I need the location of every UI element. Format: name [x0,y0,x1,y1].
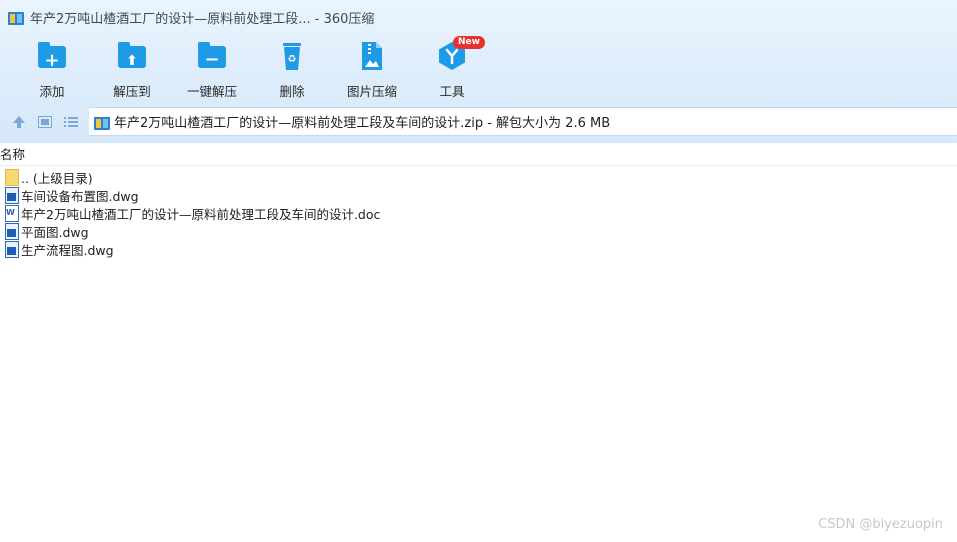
delete-button[interactable]: ♻ 删除 [252,36,332,100]
arrow-up-icon [13,116,25,128]
file-name: 平面图.dwg [21,224,89,240]
svg-text:♻: ♻ [288,54,297,65]
image-compress-button[interactable]: 图片压缩 [332,36,412,100]
parent-folder-icon [4,169,19,186]
thumbnail-view-button[interactable] [34,111,56,133]
one-click-extract-button-label: 一键解压 [186,84,237,99]
dwg-file-icon [4,187,19,204]
dwg-file-icon [4,241,19,258]
main-toolbar: + 添加 ⬆ 解压到 − 一键解压 ♻ 删除 图片压缩 New 工具 [0,36,492,100]
delete-button-label: 删除 [279,84,305,99]
file-name: 年产2万吨山楂酒工厂的设计—原料前处理工段及车间的设计.doc [21,206,381,222]
add-button[interactable]: + 添加 [12,36,92,100]
list-item[interactable]: 年产2万吨山楂酒工厂的设计—原料前处理工段及车间的设计.doc [0,204,380,222]
column-header-name[interactable]: 名称 [0,146,25,164]
add-folder-icon: + [36,40,68,72]
go-up-button[interactable] [8,111,30,133]
extract-to-button[interactable]: ⬆ 解压到 [92,36,172,100]
file-rows: .. (上级目录) 车间设备布置图.dwg 年产2万吨山楂酒工厂的设计—原料前处… [0,168,380,258]
list-item[interactable]: 平面图.dwg [0,222,380,240]
path-field[interactable]: 年产2万吨山楂酒工厂的设计—原料前处理工段及车间的设计.zip - 解包大小为 … [89,107,957,136]
extract-to-folder-icon: ⬆ [116,40,148,72]
new-badge: New [453,36,485,49]
file-name: .. (上级目录) [21,170,93,186]
address-bar: 年产2万吨山楂酒工厂的设计—原料前处理工段及车间的设计.zip - 解包大小为 … [0,106,957,138]
image-compress-button-label: 图片压缩 [346,84,397,99]
header-divider [0,165,957,166]
tools-icon: New [436,36,485,72]
thumbnail-view-icon [38,116,52,128]
window-title: 年产2万吨山楂酒工厂的设计—原料前处理工段... - 360压缩 [30,11,375,27]
add-button-label: 添加 [39,84,65,99]
tools-button-label: 工具 [439,84,465,99]
file-name: 生产流程图.dwg [21,242,114,258]
app-window: 年产2万吨山楂酒工厂的设计—原料前处理工段... - 360压缩 + 添加 ⬆ … [0,0,957,542]
dwg-file-icon [4,223,19,240]
list-view-button[interactable] [60,111,82,133]
watermark-text: CSDN @biyezuopin [818,517,943,532]
list-item[interactable]: 生产流程图.dwg [0,240,380,258]
one-click-extract-button[interactable]: − 一键解压 [172,36,252,100]
list-item-parent-directory[interactable]: .. (上级目录) [0,168,380,186]
archive-path-text: 年产2万吨山楂酒工厂的设计—原料前处理工段及车间的设计.zip - 解包大小为 … [114,116,611,131]
tools-button[interactable]: New 工具 [412,36,492,100]
list-item[interactable]: 车间设备布置图.dwg [0,186,380,204]
window-chrome: 年产2万吨山楂酒工厂的设计—原料前处理工段... - 360压缩 + 添加 ⬆ … [0,0,957,143]
one-click-extract-icon: − [196,40,228,72]
doc-file-icon [4,205,19,222]
recycle-bin-icon: ♻ [276,40,308,72]
zip-archive-icon [94,115,110,130]
list-view-icon [64,117,78,127]
extract-to-button-label: 解压到 [113,84,151,99]
app-logo-icon [8,10,24,25]
title-bar[interactable]: 年产2万吨山楂酒工厂的设计—原料前处理工段... - 360压缩 [0,0,957,34]
image-compress-icon [356,40,388,72]
file-name: 车间设备布置图.dwg [21,188,139,204]
file-list: 名称 .. (上级目录) 车间设备布置图.dwg 年产2万吨山楂酒工厂的设计—原… [0,143,957,542]
